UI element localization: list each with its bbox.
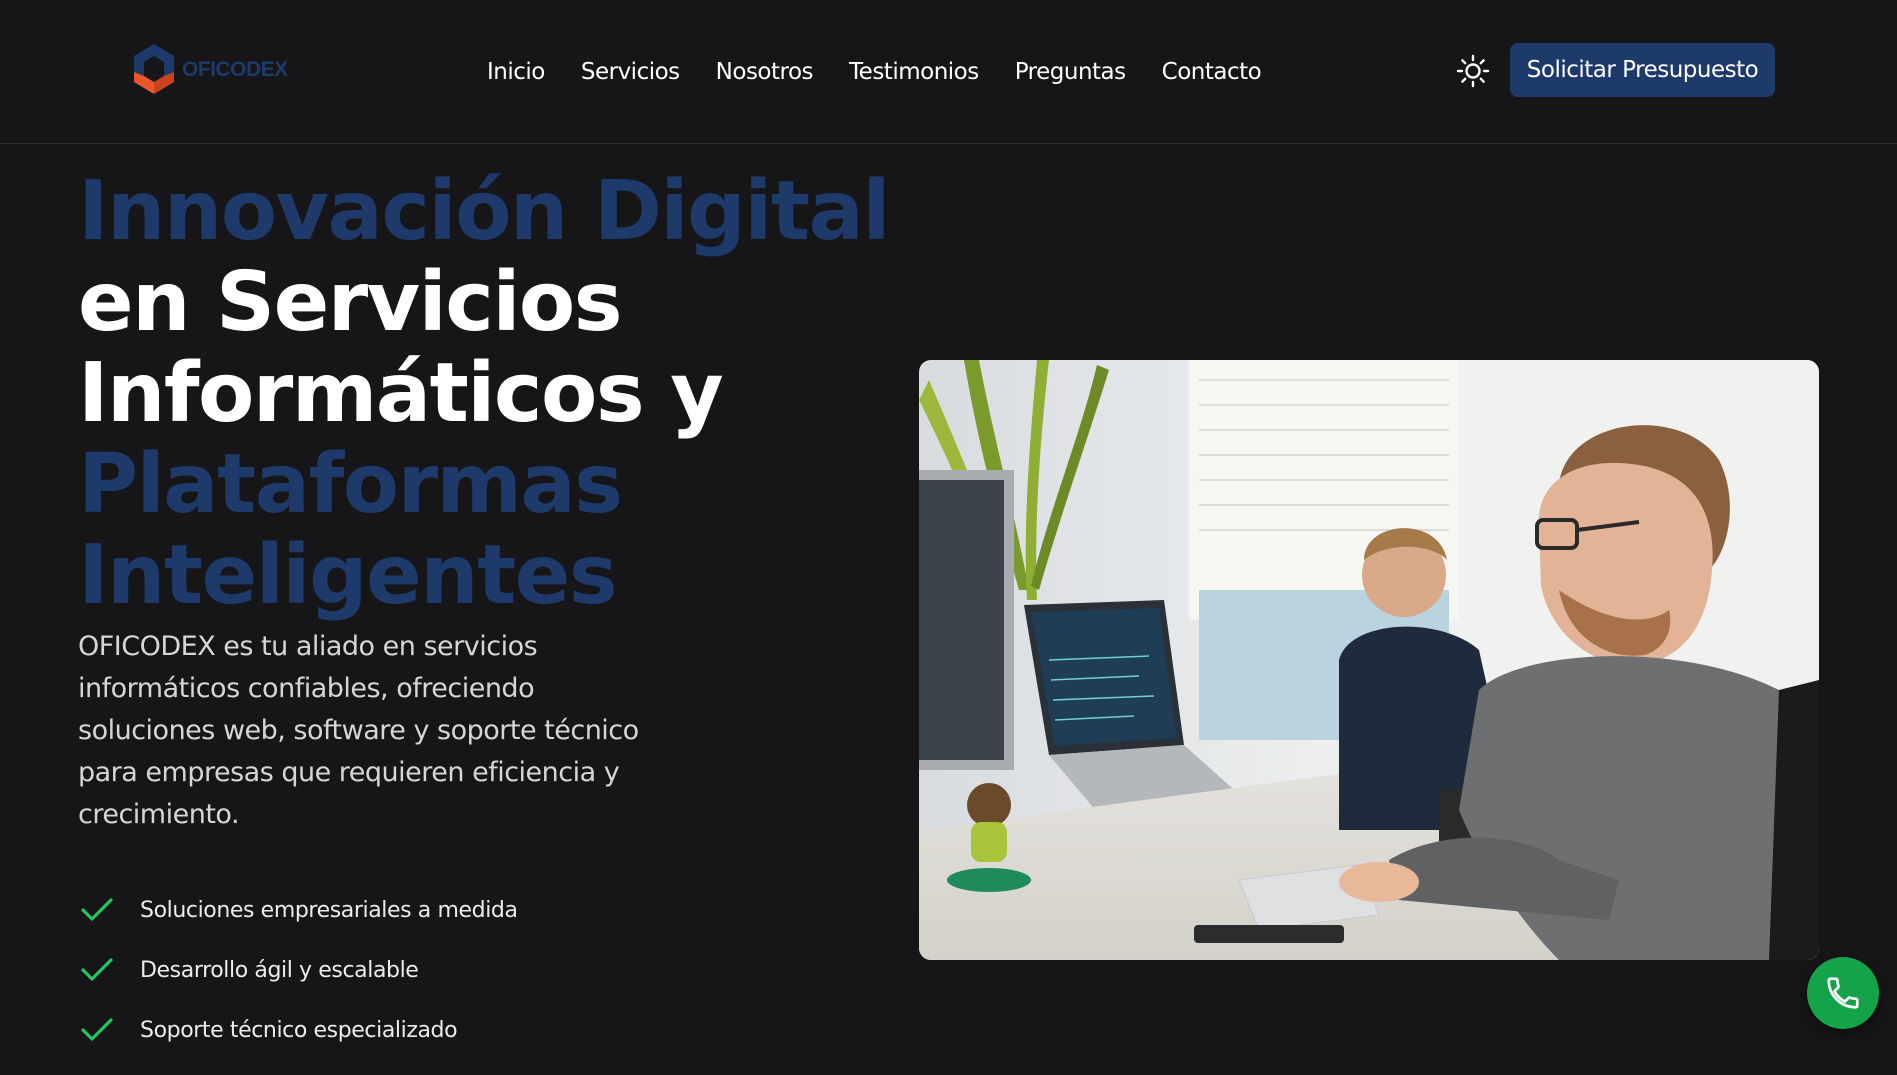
- check-icon: [81, 898, 113, 921]
- brand-name: OFICODEX: [182, 58, 288, 81]
- hero-description: OFICODEX es tu aliado en servicios infor…: [78, 631, 639, 830]
- feature-label: Desarrollo ágil y escalable: [140, 957, 419, 983]
- hero-title-line-5: Inteligentes: [78, 528, 618, 623]
- nav-item-testimonios[interactable]: Testimonios: [849, 52, 979, 92]
- hero-title-line-2: en Servicios: [78, 255, 623, 350]
- nav-item-preguntas[interactable]: Preguntas: [1015, 52, 1126, 92]
- site-header: OFICODEX Inicio Servicios Nosotros Testi…: [0, 0, 1897, 144]
- feature-item: Soluciones empresariales a medida: [80, 880, 518, 940]
- request-quote-button[interactable]: Solicitar Presupuesto: [1510, 43, 1775, 97]
- sun-icon: [1456, 54, 1490, 88]
- hero-title-line-3: Informáticos y: [78, 346, 724, 441]
- nav-item-contacto[interactable]: Contacto: [1162, 52, 1262, 92]
- office-developers-photo: [919, 360, 1819, 960]
- main-nav: Inicio Servicios Nosotros Testimonios Pr…: [487, 52, 1297, 92]
- brand-logo[interactable]: OFICODEX: [130, 42, 288, 98]
- theme-toggle-button[interactable]: [1454, 52, 1492, 90]
- feature-label: Soluciones empresariales a medida: [140, 897, 518, 923]
- feature-item: Soporte técnico especializado: [80, 1000, 518, 1060]
- nav-item-inicio[interactable]: Inicio: [487, 52, 545, 92]
- feature-list: Soluciones empresariales a medida Desarr…: [80, 880, 518, 1060]
- feature-item: Desarrollo ágil y escalable: [80, 940, 518, 1000]
- floating-phone-button[interactable]: [1807, 957, 1879, 1029]
- phone-icon: [1827, 977, 1859, 1009]
- hero-title: Innovación Digital en Servicios Informát…: [78, 164, 890, 623]
- nav-item-nosotros[interactable]: Nosotros: [716, 52, 814, 92]
- feature-label: Soporte técnico especializado: [140, 1017, 458, 1043]
- check-icon: [81, 958, 113, 981]
- nav-item-servicios[interactable]: Servicios: [581, 52, 680, 92]
- check-icon: [81, 1018, 113, 1041]
- hero-title-line-1: Innovación Digital: [78, 164, 890, 259]
- hero-title-line-4: Plataformas: [78, 437, 623, 532]
- hexagon-logo-icon: [134, 44, 174, 94]
